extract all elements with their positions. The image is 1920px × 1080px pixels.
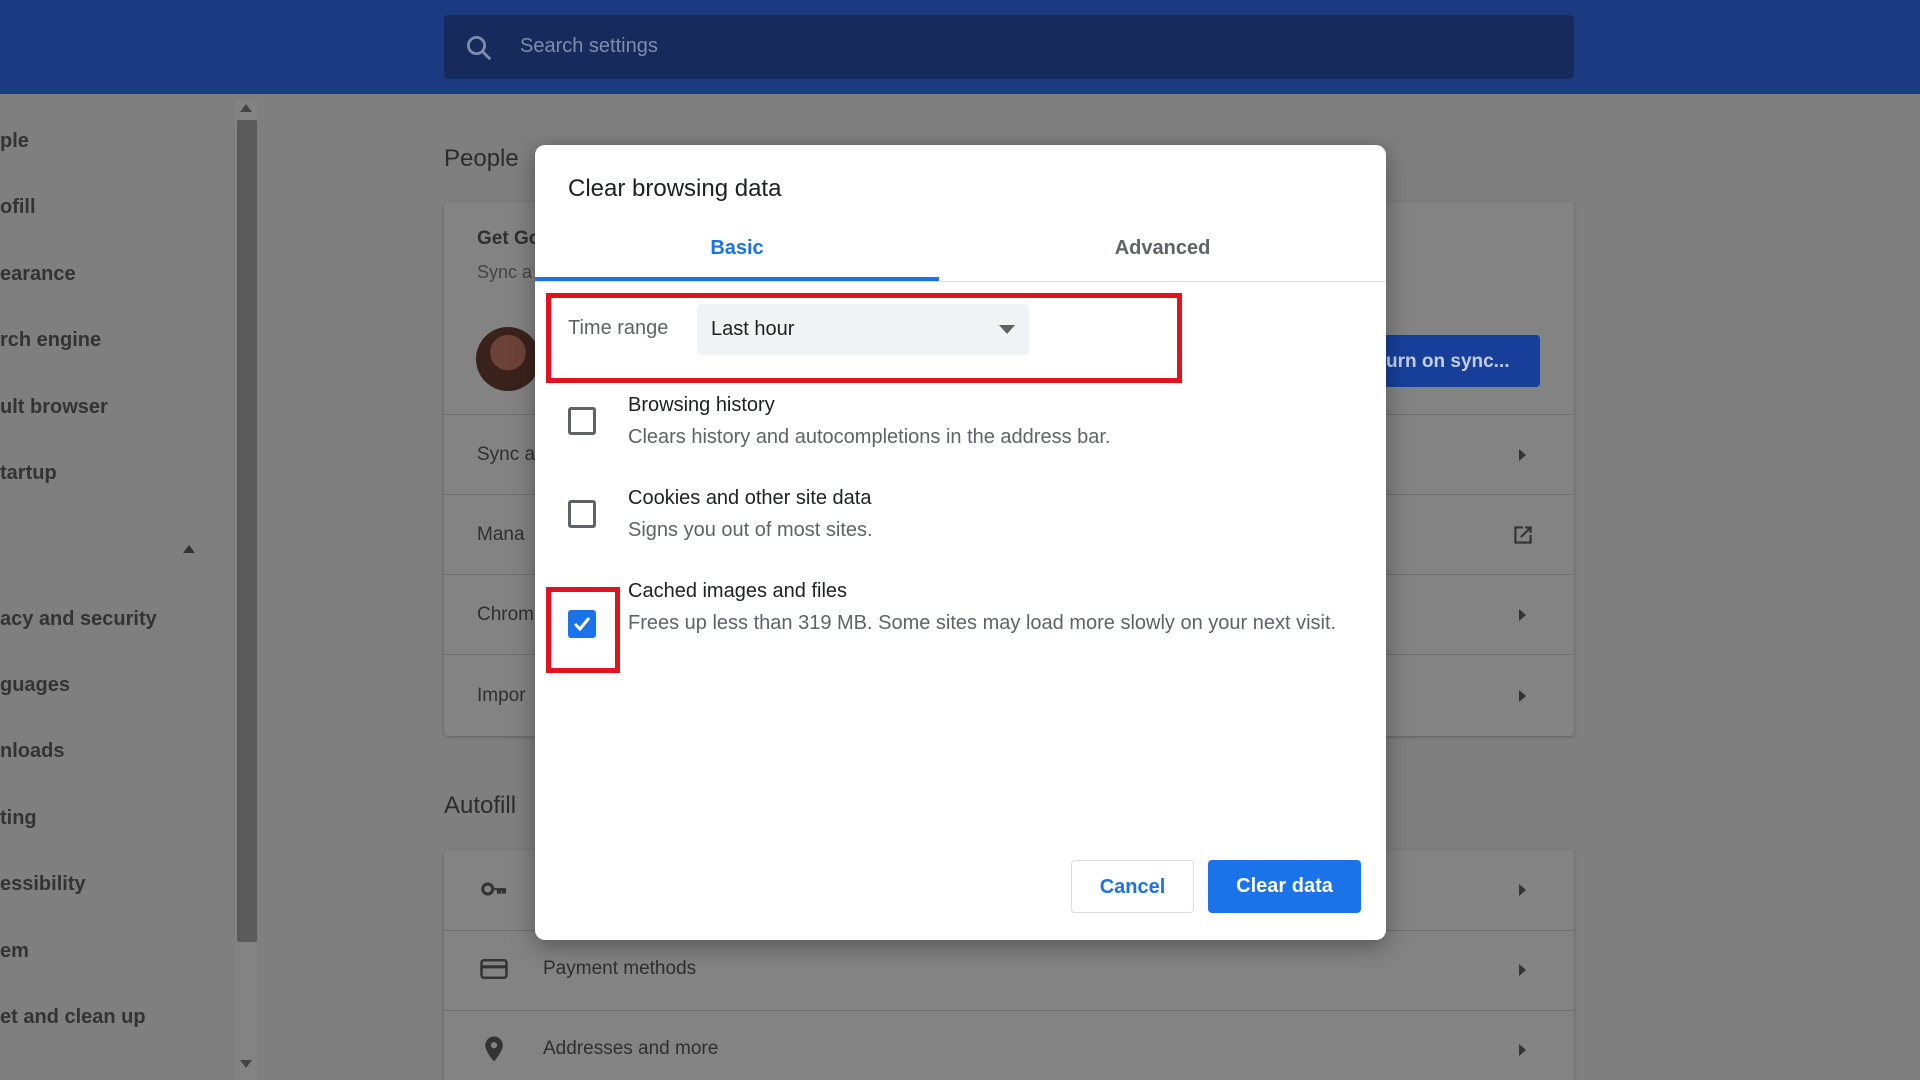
sidebar-item-downloads[interactable]: nloads <box>0 740 64 763</box>
tab-basic[interactable]: Basic <box>535 235 939 277</box>
get-google-text: Get Go <box>477 228 541 249</box>
time-range-label: Time range <box>568 317 669 339</box>
chevron-up-icon[interactable] <box>182 544 196 554</box>
sidebar-item-reset-clean-up[interactable]: et and clean up <box>0 1006 146 1029</box>
row-payment-methods[interactable]: Payment methods <box>543 958 696 980</box>
external-link-icon[interactable] <box>1510 522 1536 548</box>
people-section-title: People <box>444 145 519 172</box>
cookies-title: Cookies and other site data <box>628 487 872 509</box>
clear-browsing-data-dialog: Clear browsing data Basic Advanced Time … <box>535 145 1386 940</box>
sidebar-item-default-browser[interactable]: ult browser <box>0 396 108 419</box>
browsing-history-description: Clears history and autocompletions in th… <box>628 426 1111 448</box>
checkmark-icon <box>573 617 591 632</box>
dropdown-arrow-icon <box>999 325 1015 334</box>
scroll-up-arrow-icon[interactable] <box>240 104 252 112</box>
chevron-right-icon <box>1519 1044 1526 1056</box>
checkbox-cached-images[interactable] <box>568 610 596 638</box>
credit-card-icon <box>480 959 508 979</box>
top-bar: Search settings <box>0 0 1920 94</box>
clear-data-button[interactable]: Clear data <box>1208 860 1361 913</box>
cookies-description: Signs you out of most sites. <box>628 519 873 541</box>
sidebar-item-on-startup[interactable]: tartup <box>0 462 57 485</box>
chevron-right-icon <box>1519 449 1526 461</box>
sync-subtitle: Sync a <box>477 262 533 282</box>
tab-divider <box>535 281 1386 282</box>
search-input[interactable]: Search settings <box>520 35 658 58</box>
row-addresses[interactable]: Addresses and more <box>543 1038 718 1060</box>
sidebar-item-system[interactable]: em <box>0 940 29 963</box>
chevron-right-icon <box>1519 964 1526 976</box>
autofill-section-title: Autofill <box>444 792 517 819</box>
cancel-button[interactable]: Cancel <box>1071 860 1194 913</box>
search-settings-field[interactable]: Search settings <box>444 15 1574 79</box>
location-pin-icon <box>485 1036 503 1062</box>
sidebar-item-printing[interactable]: ting <box>0 807 37 830</box>
row-manage-account[interactable]: Mana <box>477 524 525 546</box>
time-range-select[interactable]: Last hour <box>697 304 1029 355</box>
cached-images-title: Cached images and files <box>628 580 848 602</box>
sidebar-item-appearance[interactable]: earance <box>0 263 76 286</box>
time-range-value: Last hour <box>711 318 795 340</box>
browsing-history-title: Browsing history <box>628 394 775 416</box>
sidebar-item-people[interactable]: ple <box>0 130 29 153</box>
chevron-right-icon <box>1519 884 1526 896</box>
sidebar-item-privacy-security[interactable]: acy and security <box>0 608 157 631</box>
sidebar-item-search-engine[interactable]: rch engine <box>0 329 101 352</box>
cached-images-description: Frees up less than 319 MB. Some sites ma… <box>628 612 1337 634</box>
turn-on-sync-button[interactable]: urn on sync... <box>1370 335 1540 387</box>
sidebar-item-languages[interactable]: guages <box>0 674 70 697</box>
row-import[interactable]: Impor <box>477 685 526 707</box>
chevron-right-icon <box>1519 690 1526 702</box>
sidebar-item-autofill[interactable]: ofill <box>0 196 36 219</box>
scroll-down-arrow-icon[interactable] <box>240 1060 252 1068</box>
chevron-right-icon <box>1519 609 1526 621</box>
search-icon <box>467 36 492 61</box>
tab-advanced[interactable]: Advanced <box>939 235 1386 277</box>
dialog-title: Clear browsing data <box>568 175 782 202</box>
avatar <box>476 327 540 391</box>
checkbox-browsing-history[interactable] <box>568 407 596 435</box>
scrollbar-thumb[interactable] <box>237 120 257 942</box>
sidebar-item-accessibility[interactable]: essibility <box>0 873 86 896</box>
row-sync[interactable]: Sync a <box>477 444 535 466</box>
settings-sidebar: ple ofill earance rch engine ult browser… <box>0 94 245 1080</box>
row-chrome-name[interactable]: Chrom <box>477 604 534 626</box>
key-icon <box>481 882 507 896</box>
checkbox-cookies[interactable] <box>568 500 596 528</box>
divider <box>444 1010 1574 1011</box>
